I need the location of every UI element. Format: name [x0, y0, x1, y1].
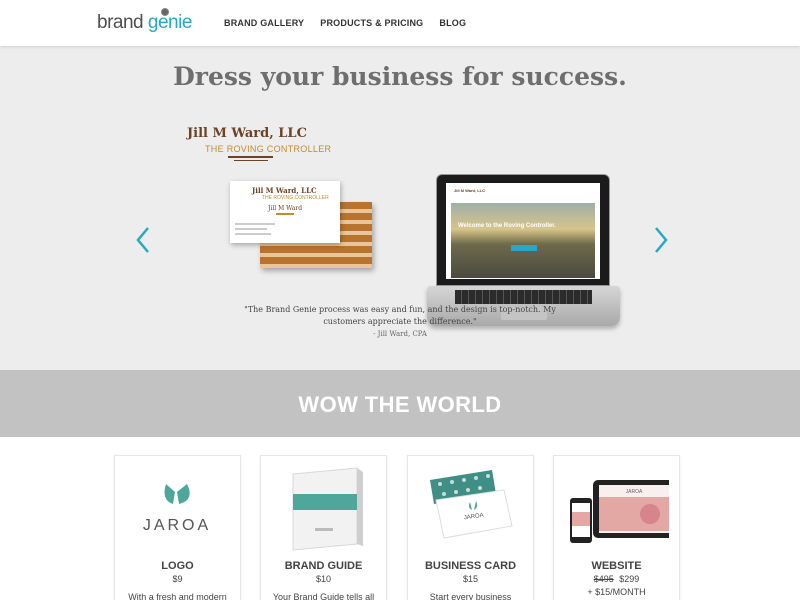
product-name: LOGO: [161, 560, 194, 572]
carousel-next-arrow-icon[interactable]: [653, 226, 669, 254]
tablet-brand-text: JAROA: [626, 489, 643, 495]
keyboard-keys: [455, 290, 592, 304]
site-header: brand genie BRAND GALLERY PRODUCTS & PRI…: [0, 0, 800, 46]
testimonial-quote: "The Brand Genie process was easy and fu…: [0, 304, 800, 328]
testimonial-author: - Jill Ward, CPA: [373, 330, 427, 338]
site-logo-text: Jill M Ward, LLC: [454, 188, 485, 193]
card-rule: [276, 213, 294, 215]
site-cta-button: [511, 245, 537, 251]
jaroa-logo-text: JAROA: [143, 517, 211, 534]
logo-brand-text: brand: [97, 12, 144, 33]
product-description: Your Brand Guide tells all: [272, 592, 375, 600]
website-preview: Jill M Ward, LLC Welcome to the Roving C…: [446, 183, 600, 279]
product-price: $9: [172, 574, 183, 584]
product-name: BRAND GUIDE: [284, 560, 363, 572]
card-tagline: THE ROVING CONTROLLER: [262, 195, 329, 201]
main-nav: BRAND GALLERY PRODUCTS & PRICING BLOG: [224, 18, 466, 28]
product-card-brand-guide[interactable]: BRAND GUIDE $10 Your Brand Guide tells a…: [260, 455, 387, 600]
card-company-name: Jill M Ward, LLC: [252, 186, 317, 195]
product-name: WEBSITE: [591, 560, 642, 572]
card-contact-line: [235, 223, 275, 225]
product-old-price: $495: [593, 574, 614, 584]
banner-title: WOW THE WORLD: [298, 392, 502, 417]
nav-brand-gallery[interactable]: BRAND GALLERY: [224, 18, 304, 28]
product-name: BUSINESS CARD: [424, 560, 517, 572]
quote-line: customers appreciate the difference.": [323, 317, 477, 326]
client-logo-tagline: THE ROVING CONTROLLER: [205, 144, 332, 154]
wow-banner: WOW THE WORLD: [0, 370, 800, 437]
product-price: $15: [462, 574, 479, 584]
product-monthly-fee: + $15/MONTH: [587, 587, 646, 597]
product-description: With a fresh and modern: [128, 592, 227, 600]
website-devices-image: JAROA: [570, 480, 669, 543]
product-sale-price: $299: [619, 574, 640, 584]
carousel-prev-arrow-icon[interactable]: [135, 226, 151, 254]
lamp-icon: [161, 8, 169, 16]
hero-carousel: Dress your business for success. Jill M …: [0, 46, 800, 370]
business-card-front: Jill M Ward, LLC THE ROVING CONTROLLER J…: [230, 181, 340, 243]
product-card-business-card[interactable]: JAROA BUSINESS CARD $15 Start every busi…: [407, 455, 534, 600]
product-card-logo[interactable]: JAROA LOGO $9 With a fresh and modern: [114, 455, 241, 600]
nav-blog[interactable]: BLOG: [439, 18, 466, 28]
hero-title: Dress your business for success.: [173, 62, 627, 91]
product-card-website[interactable]: JAROA WEBSITE $495 $299 + $15/MONTH: [553, 455, 680, 600]
brand-genie-logo[interactable]: brand genie: [97, 8, 193, 34]
card-contact-line: [235, 233, 271, 235]
product-price: $495 $299: [554, 574, 679, 584]
nav-products-pricing[interactable]: PRODUCTS & PRICING: [320, 18, 423, 28]
client-logo-name: Jill M Ward, LLC: [187, 126, 307, 141]
business-card-image: JAROA: [430, 470, 513, 539]
product-section: JAROA LOGO $9 With a fresh and modern BR…: [0, 437, 800, 600]
quote-line: "The Brand Genie process was easy and fu…: [244, 305, 556, 314]
logo-product-image: JAROA: [143, 484, 211, 534]
card-person-name: Jill M Ward: [268, 205, 303, 212]
logo-rule: [228, 156, 273, 158]
road-hero-image: Welcome to the Roving Controller.: [451, 203, 595, 278]
site-headline: Welcome to the Roving Controller.: [458, 223, 556, 229]
product-description: Start every business: [429, 592, 512, 600]
product-price: $10: [315, 574, 332, 584]
card-contact-line: [235, 228, 267, 230]
logo-rule: [234, 160, 268, 161]
logo-genie-text: genie: [147, 12, 193, 33]
brand-guide-image: [292, 467, 363, 551]
laptop-mockup: Jill M Ward, LLC Welcome to the Roving C…: [436, 174, 610, 286]
